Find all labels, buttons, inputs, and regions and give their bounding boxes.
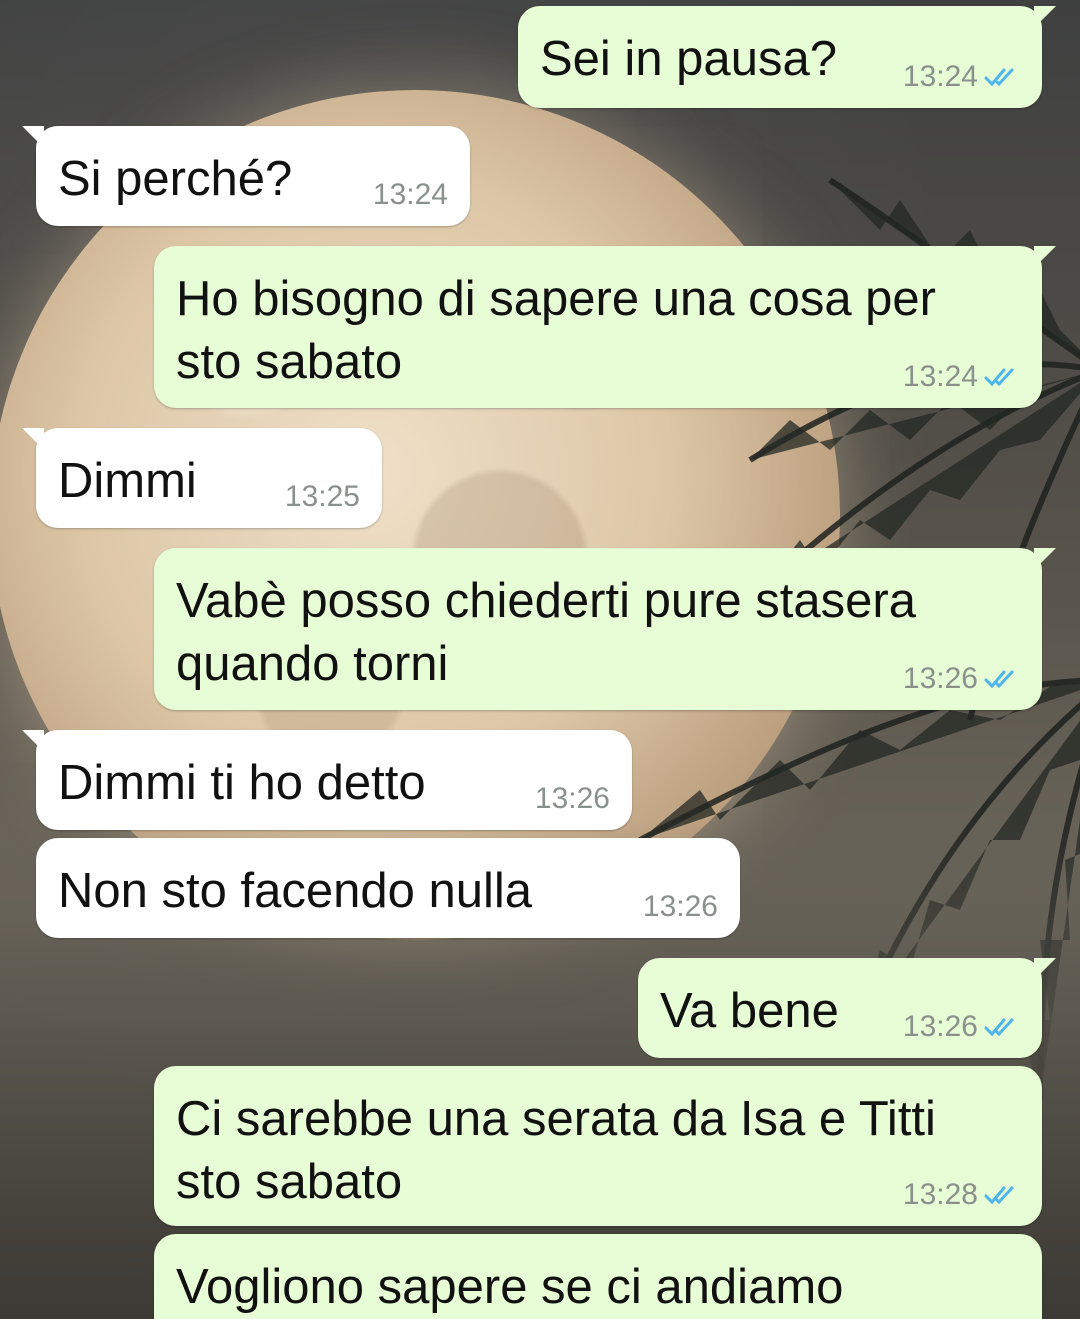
double-check-icon <box>984 1186 1014 1205</box>
message-text: Non sto facendo nulla <box>58 864 532 918</box>
incoming-message[interactable]: Dimmi ti ho detto 13:26 <box>22 730 632 830</box>
message-meta: 13:25 <box>285 480 360 514</box>
message-time: 13:26 <box>642 890 718 923</box>
double-check-icon <box>984 1018 1014 1037</box>
outgoing-message[interactable]: Sei in pausa? 13:24 <box>518 6 1056 108</box>
message-meta: 13:24 <box>373 178 448 212</box>
message-text: Vogliono sapere se ci andiamo <box>176 1260 844 1314</box>
outgoing-message[interactable]: Ci sarebbe una serata da Isa e Titti sto… <box>154 1066 1042 1226</box>
double-check-icon <box>984 68 1014 87</box>
message-time: 13:26 <box>534 782 610 815</box>
message-text: Ho bisogno di sapere una cosa per sto sa… <box>176 272 950 389</box>
message-time: 13:24 <box>372 178 448 211</box>
message-time: 13:26 <box>902 662 978 695</box>
message-meta: 13:26 <box>903 662 1020 696</box>
outgoing-message[interactable]: Vabè posso chiederti pure stasera quando… <box>154 548 1056 710</box>
message-time: 13:28 <box>902 1178 978 1211</box>
message-meta: 13:26 <box>903 1010 1020 1044</box>
outgoing-message[interactable]: Va bene 13:26 <box>638 958 1056 1058</box>
message-meta: 13:24 <box>903 360 1020 394</box>
double-check-icon <box>984 670 1014 689</box>
outgoing-message[interactable]: Ho bisogno di sapere una cosa per sto sa… <box>154 246 1056 408</box>
message-time: 13:24 <box>902 60 978 93</box>
message-text: Vabè posso chiederti pure stasera quando… <box>176 574 930 691</box>
message-meta: 13:24 <box>903 60 1020 94</box>
message-text: Dimmi ti ho detto <box>58 756 426 810</box>
message-time: 13:25 <box>284 480 360 513</box>
message-meta: 13:26 <box>535 782 610 816</box>
outgoing-message[interactable]: Vogliono sapere se ci andiamo <box>154 1234 1042 1319</box>
message-meta: 13:28 <box>903 1178 1020 1212</box>
incoming-message[interactable]: Dimmi 13:25 <box>22 428 382 528</box>
message-text: Ci sarebbe una serata da Isa e Titti sto… <box>176 1092 950 1209</box>
incoming-message[interactable]: Si perché? 13:24 <box>22 126 470 226</box>
incoming-message[interactable]: Non sto facendo nulla 13:26 <box>36 838 740 938</box>
double-check-icon <box>984 368 1014 387</box>
message-meta: 13:26 <box>643 890 718 924</box>
message-time: 13:24 <box>902 360 978 393</box>
message-time: 13:26 <box>902 1010 978 1043</box>
